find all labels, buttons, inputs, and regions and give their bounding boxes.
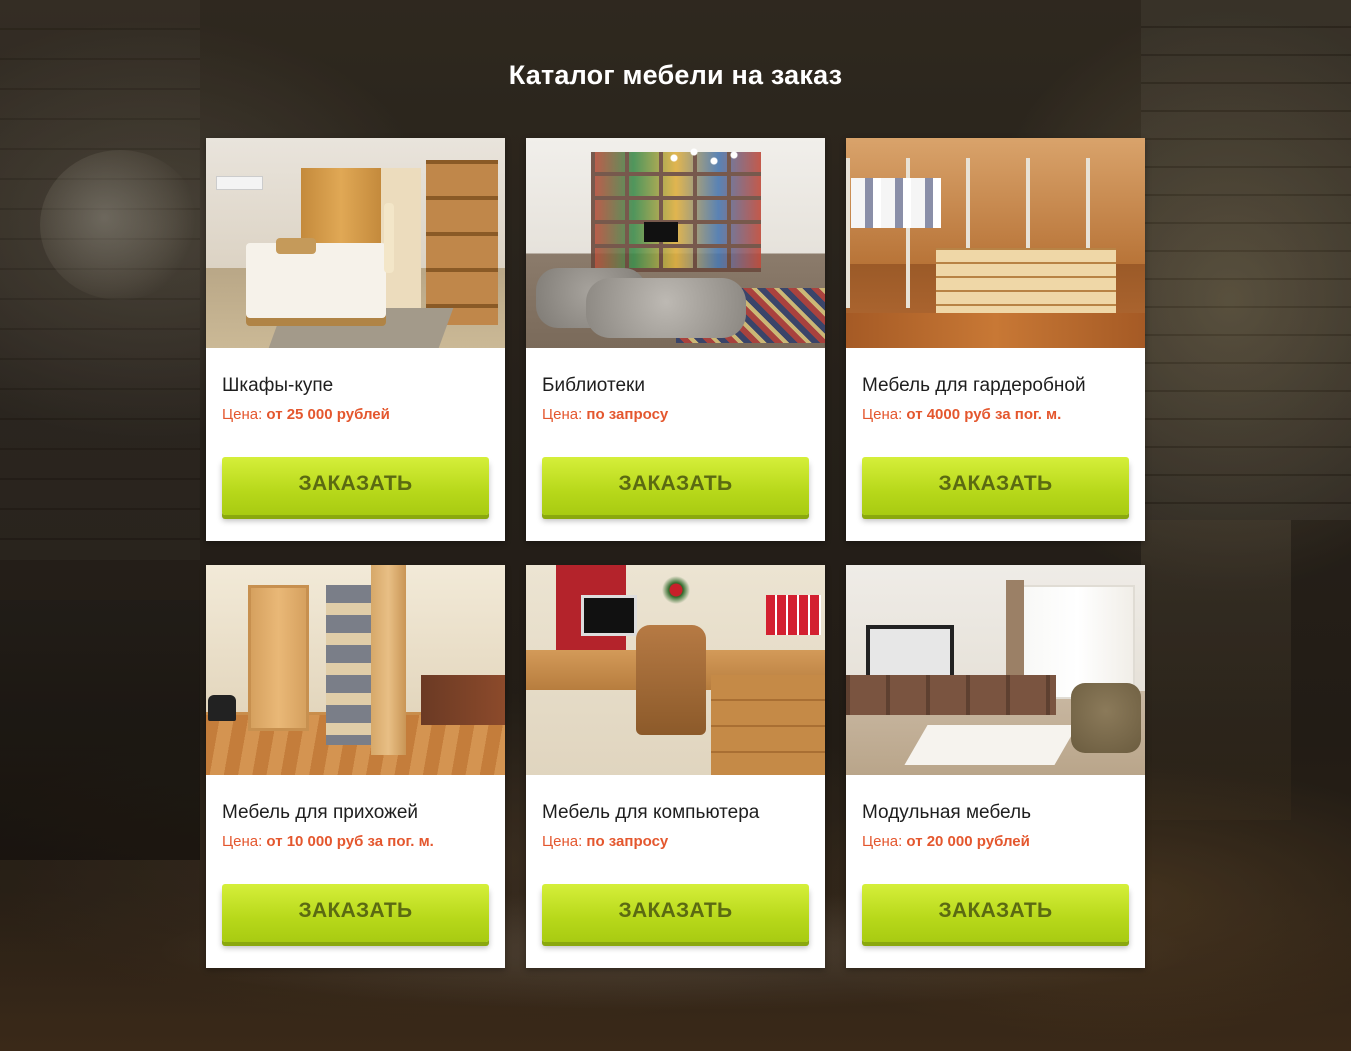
product-title: Мебель для прихожей [222,802,419,823]
order-button[interactable]: ЗАКАЗАТЬ [222,884,489,942]
product-image-hallway[interactable] [206,565,505,775]
product-card-modular: Модульная мебель Цена: от 20 000 рублей … [846,565,1145,968]
product-card-hallway: Мебель для прихожей Цена: от 10 000 руб … [206,565,505,968]
product-card-libraries: Библиотеки Цена: по запросу ЗАКАЗАТЬ [526,138,825,541]
product-title: Модульная мебель [862,802,1031,823]
product-price: Цена: от 20 000 рублей [862,833,1030,850]
order-button[interactable]: ЗАКАЗАТЬ [862,884,1129,942]
product-price: Цена: от 25 000 рублей [222,406,390,423]
price-value: по запросу [586,406,669,423]
product-price: Цена: по запросу [542,406,668,423]
product-title: Мебель для компьютера [542,802,760,823]
price-value: по запросу [586,833,669,850]
order-button[interactable]: ЗАКАЗАТЬ [222,457,489,515]
product-image-modular[interactable] [846,565,1145,775]
price-label: Цена: [222,833,263,850]
price-label: Цена: [542,406,583,423]
product-price: Цена: от 4000 руб за пог. м. [862,406,1061,423]
product-image-libraries[interactable] [526,138,825,348]
price-value: от 20 000 рублей [906,833,1030,850]
price-label: Цена: [542,833,583,850]
price-label: Цена: [862,406,903,423]
product-title: Шкафы-купе [222,375,334,396]
product-price: Цена: по запросу [542,833,668,850]
product-title: Библиотеки [542,375,645,396]
product-card-wardrobes: Шкафы-купе Цена: от 25 000 рублей ЗАКАЗА… [206,138,505,541]
price-value: от 4000 руб за пог. м. [906,406,1062,423]
product-card-walk-in-closet: Мебель для гардеробной Цена: от 4000 руб… [846,138,1145,541]
product-card-computer: Мебель для компьютера Цена: по запросу З… [526,565,825,968]
page-title: Каталог мебели на заказ [508,60,843,90]
product-image-walk-in-closet[interactable] [846,138,1145,348]
product-grid: Шкафы-купе Цена: от 25 000 рублей ЗАКАЗА… [206,138,1145,968]
product-image-computer[interactable] [526,565,825,775]
price-value: от 10 000 руб за пог. м. [266,833,434,850]
product-image-wardrobes[interactable] [206,138,505,348]
product-price: Цена: от 10 000 руб за пог. м. [222,833,434,850]
price-value: от 25 000 рублей [266,406,390,423]
order-button[interactable]: ЗАКАЗАТЬ [542,457,809,515]
product-title: Мебель для гардеробной [862,375,1086,396]
order-button[interactable]: ЗАКАЗАТЬ [542,884,809,942]
price-label: Цена: [222,406,263,423]
price-label: Цена: [862,833,903,850]
order-button[interactable]: ЗАКАЗАТЬ [862,457,1129,515]
